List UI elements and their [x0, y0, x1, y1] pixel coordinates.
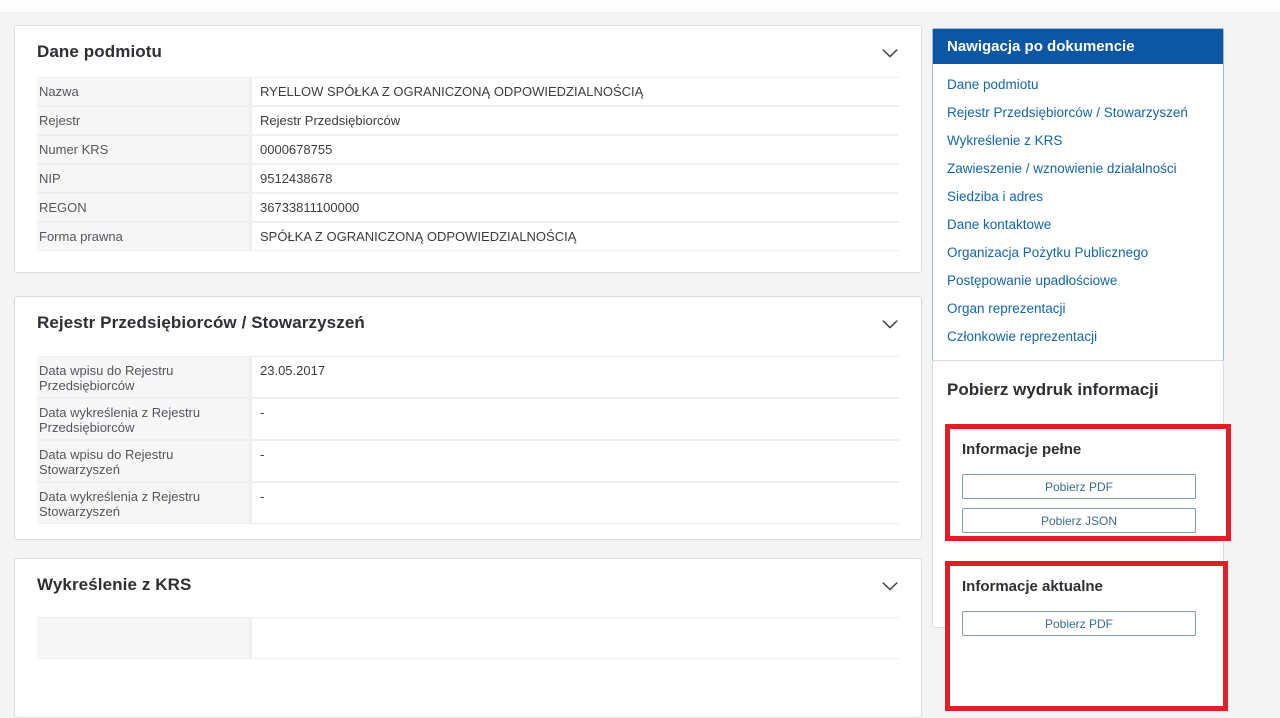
nav-item-czlonkowie-reprezentacji[interactable]: Członkowie reprezentacji — [933, 323, 1223, 351]
chevron-down-icon[interactable] — [882, 581, 898, 591]
table-row — [37, 618, 899, 658]
row-label: NIP — [37, 165, 249, 192]
row-value: Rejestr Przedsiębiorców — [252, 107, 899, 134]
panel-rejestr-header[interactable]: Rejestr Przedsiębiorców / Stowarzyszeń — [15, 297, 921, 333]
row-label — [37, 618, 249, 658]
group-heading-informacje-aktualne: Informacje aktualne — [962, 578, 1103, 595]
table-row: Nazwa RYELLOW SPÓŁKA Z OGRANICZONĄ ODPOW… — [37, 78, 899, 105]
row-label: Data wpisu do Rejestru Przedsiębiorców — [37, 357, 249, 397]
pobierz-pdf-aktualne-button[interactable]: Pobierz PDF — [962, 611, 1196, 636]
panel-dane-podmiotu: Dane podmiotu Nazwa RYELLOW SPÓŁKA Z OGR… — [14, 25, 922, 273]
row-value: SPÓŁKA Z OGRANICZONĄ ODPOWIEDZIALNOŚCIĄ — [252, 223, 899, 250]
table-row: REGON 36733811100000 — [37, 194, 899, 221]
row-label: Data wykreślenia z Rejestru Stowarzyszeń — [37, 483, 249, 523]
panel-wykreslenie-header[interactable]: Wykreślenie z KRS — [15, 559, 921, 595]
nav-item-wykreslenie-z-krs[interactable]: Wykreślenie z KRS — [933, 127, 1223, 155]
pobierz-json-pelne-button[interactable]: Pobierz JSON — [962, 508, 1196, 533]
table-row: Data wpisu do Rejestru Przedsiębiorców 2… — [37, 357, 899, 397]
pobierz-pdf-pelne-button[interactable]: Pobierz PDF — [962, 474, 1196, 499]
group-heading-informacje-pelne: Informacje pełne — [962, 441, 1082, 458]
panel-dane-podmiotu-header[interactable]: Dane podmiotu — [15, 26, 921, 62]
row-value: 36733811100000 — [252, 194, 899, 221]
chevron-down-icon[interactable] — [882, 319, 898, 329]
navigation-list: Dane podmiotu Rejestr Przedsiębiorców / … — [933, 64, 1223, 360]
wykreslenie-table — [37, 617, 899, 659]
row-value: 9512438678 — [252, 165, 899, 192]
panel-title: Wykreślenie z KRS — [37, 575, 192, 594]
panel-title: Dane podmiotu — [37, 42, 163, 61]
nav-item-zawieszenie-wznowienie[interactable]: Zawieszenie / wznowienie działalności — [933, 155, 1223, 183]
table-row: NIP 9512438678 — [37, 165, 899, 192]
row-label: REGON — [37, 194, 249, 221]
nav-item-postepowanie-upadlosciowe[interactable]: Postępowanie upadłościowe — [933, 267, 1223, 295]
row-label: Data wykreślenia z Rejestru Przedsiębior… — [37, 399, 249, 439]
table-row: Data wykreślenia z Rejestru Stowarzyszeń… — [37, 483, 899, 523]
highlight-box-informacje-aktualne: Informacje aktualne Pobierz PDF — [945, 561, 1228, 711]
row-value: - — [252, 483, 899, 523]
panel-rejestr-przedsiebiorcow: Rejestr Przedsiębiorców / Stowarzyszeń D… — [14, 296, 922, 540]
table-row: Rejestr Rejestr Przedsiębiorców — [37, 107, 899, 134]
row-label: Nazwa — [37, 78, 249, 105]
nav-item-organ-reprezentacji[interactable]: Organ reprezentacji — [933, 295, 1223, 323]
nav-item-dane-podmiotu[interactable]: Dane podmiotu — [933, 71, 1223, 99]
row-label: Numer KRS — [37, 136, 249, 163]
rejestr-table: Data wpisu do Rejestru Przedsiębiorców 2… — [37, 356, 899, 524]
dane-podmiotu-table: Nazwa RYELLOW SPÓŁKA Z OGRANICZONĄ ODPOW… — [37, 77, 899, 251]
row-value: RYELLOW SPÓŁKA Z OGRANICZONĄ ODPOWIEDZIA… — [252, 78, 899, 105]
row-value: - — [252, 399, 899, 439]
download-panel-title: Pobierz wydruk informacji — [947, 380, 1159, 399]
row-label: Data wpisu do Rejestru Stowarzyszeń — [37, 441, 249, 481]
nav-item-organizacja-pozytku[interactable]: Organizacja Pożytku Publicznego — [933, 239, 1223, 267]
nav-item-dane-kontaktowe[interactable]: Dane kontaktowe — [933, 211, 1223, 239]
document-navigation: Nawigacja po dokumencie Dane podmiotu Re… — [932, 28, 1224, 361]
download-printout-panel: Pobierz wydruk informacji Informacje peł… — [932, 360, 1231, 711]
row-value — [252, 618, 899, 658]
nav-item-rejestr-przedsiebiorcow[interactable]: Rejestr Przedsiębiorców / Stowarzyszeń — [933, 99, 1223, 127]
sidebar: Nawigacja po dokumencie Dane podmiotu Re… — [932, 0, 1231, 711]
row-value: 0000678755 — [252, 136, 899, 163]
chevron-down-icon[interactable] — [882, 48, 898, 58]
table-row: Data wykreślenia z Rejestru Przedsiębior… — [37, 399, 899, 439]
table-row: Forma prawna SPÓŁKA Z OGRANICZONĄ ODPOWI… — [37, 223, 899, 250]
table-row: Numer KRS 0000678755 — [37, 136, 899, 163]
row-label: Rejestr — [37, 107, 249, 134]
panel-wykreslenie-z-krs: Wykreślenie z KRS — [14, 558, 922, 718]
panel-title: Rejestr Przedsiębiorców / Stowarzyszeń — [37, 313, 365, 332]
row-value: - — [252, 441, 899, 481]
navigation-title: Nawigacja po dokumencie — [933, 29, 1223, 64]
table-row: Data wpisu do Rejestru Stowarzyszeń - — [37, 441, 899, 481]
row-value: 23.05.2017 — [252, 357, 899, 397]
row-label: Forma prawna — [37, 223, 249, 250]
highlight-box-informacje-pelne: Informacje pełne Pobierz PDF Pobierz JSO… — [945, 424, 1231, 541]
nav-item-siedziba-i-adres[interactable]: Siedziba i adres — [933, 183, 1223, 211]
